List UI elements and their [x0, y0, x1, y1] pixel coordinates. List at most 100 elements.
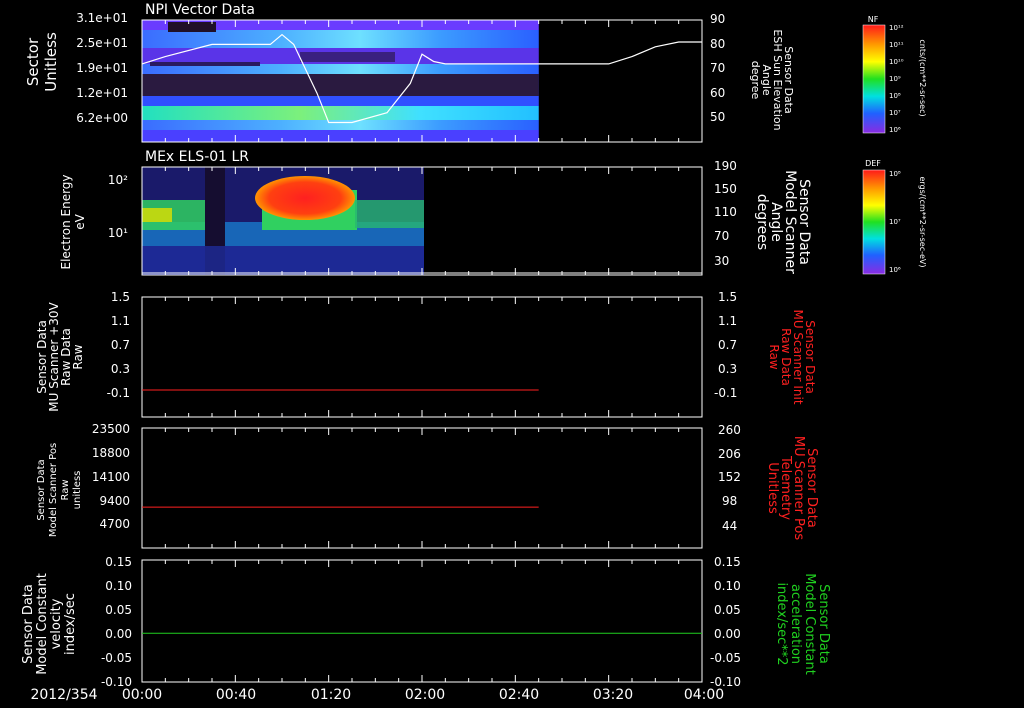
- npi-heatmap: [142, 20, 539, 142]
- mu30-right-ticks: 1.5 1.1 0.7 0.3 -0.1: [714, 290, 737, 400]
- const-panel: 0.15 0.10 0.05 0.00 -0.05 -0.10 0.15 0.1…: [21, 555, 831, 689]
- mu30-ytick: 1.5: [111, 290, 130, 304]
- npi-ytick: 1.9e+01: [76, 61, 128, 75]
- mupos-ytick: 18800: [92, 446, 130, 460]
- els-right-ytick: 190: [714, 159, 737, 173]
- npi-cbar-tick: 10⁹: [889, 75, 901, 83]
- npi-band-5: [142, 96, 539, 106]
- const-ytick: -0.10: [101, 675, 132, 689]
- mupos-frame: [141, 427, 703, 549]
- npi-colorbar: NF 10¹² 10¹¹ 10¹⁰ 10⁹ 10⁸ 10⁷ 10⁶ cnts/(…: [862, 15, 927, 134]
- mupos-left-ticks: 23500 18800 14100 9400 4700: [92, 422, 130, 531]
- npi-ylabel-line: Sector: [24, 37, 42, 86]
- els-right-ticks: 190 150 110 70 30: [714, 159, 737, 268]
- els-ylabel-line: Electron Energy: [59, 174, 73, 269]
- els-ytick: 10¹: [108, 226, 128, 240]
- const-ylabel-line: index/sec: [63, 593, 78, 655]
- npi-ytick: 3.1e+01: [76, 11, 128, 25]
- els-hot-region: [255, 176, 355, 220]
- els-panel: MEx ELS-01 LR 10² 10¹ 190 150 110 70 30 …: [59, 149, 812, 276]
- npi-ytick: 2.5e+01: [76, 36, 128, 50]
- els-cbar-tick: 10⁸: [889, 170, 901, 178]
- x-tick-label: 01:20: [311, 687, 351, 703]
- npi-dark-patch: [150, 62, 260, 66]
- mupos-right-ytick: 44: [722, 519, 737, 533]
- mupos-right-ytick: 98: [722, 494, 737, 508]
- npi-cbar-tick: 10⁶: [889, 126, 901, 134]
- mu30-ytick: 1.1: [111, 314, 130, 328]
- const-right-ytick: 0.10: [714, 579, 741, 593]
- npi-ytick: 6.2e+00: [76, 111, 128, 125]
- els-band-yellow: [142, 208, 172, 222]
- const-right-label-line: Model Constant: [802, 573, 817, 675]
- const-left-ticks: 0.15 0.10 0.05 0.00 -0.05 -0.10: [101, 555, 132, 689]
- npi-right-ytick: 50: [710, 110, 725, 124]
- const-ytick: -0.05: [101, 651, 132, 665]
- const-left-label: Sensor Data Model Constant velocity inde…: [21, 573, 78, 675]
- mu30-left-ticks: 1.5 1.1 0.7 0.3 -0.1: [107, 290, 130, 400]
- npi-ylabel-line: Unitless: [42, 32, 60, 92]
- mu30-frame: [141, 296, 703, 418]
- mu30-right-label: Sensor Data MU Scanner Init Raw Data Raw: [767, 309, 817, 404]
- mupos-ylabel-line: unitless: [72, 471, 83, 510]
- mu30-ytick: -0.1: [107, 386, 130, 400]
- els-colorbar-gradient: [862, 169, 886, 275]
- npi-dark-patch: [168, 22, 216, 32]
- els-right-ytick: 110: [714, 205, 737, 219]
- const-ylabel-line: velocity: [49, 598, 64, 649]
- mupos-panel: 23500 18800 14100 9400 4700 260 206 152 …: [36, 422, 819, 549]
- els-left-label: Electron Energy eV: [59, 174, 87, 269]
- const-right-ticks: 0.15 0.10 0.05 0.00 -0.05 -0.10: [710, 555, 741, 689]
- els-colorbar-ticks: 10⁸ 10⁷ 10⁶: [889, 170, 901, 274]
- npi-colorbar-label: NF: [868, 15, 879, 24]
- npi-colorbar-ticks: 10¹² 10¹¹ 10¹⁰ 10⁹ 10⁸ 10⁷ 10⁶: [889, 24, 904, 134]
- const-right-ytick: -0.10: [710, 675, 741, 689]
- npi-panel: NPI Vector Data 3.1e+01 2.5e+01 1.9e+01 …: [24, 2, 795, 143]
- x-tick-label: 02:00: [405, 687, 445, 703]
- mu30-right-ytick: -0.1: [714, 386, 737, 400]
- els-cbar-tick: 10⁷: [889, 218, 901, 226]
- mupos-right-ytick: 152: [718, 470, 741, 484]
- mu30-ylabel-line: Raw: [71, 344, 85, 369]
- npi-band-4: [142, 74, 539, 96]
- mupos-ylabel-line: Model Scanner Pos: [48, 443, 59, 537]
- npi-colorbar-units: cnts/(cm**2-sr-sec): [918, 39, 927, 116]
- const-right-ytick: 0.15: [714, 555, 741, 569]
- els-cbar-tick: 10⁶: [889, 266, 901, 274]
- mu30-right-ytick: 1.5: [718, 290, 737, 304]
- npi-cbar-tick: 10¹¹: [889, 41, 904, 49]
- const-ylabel-line: Model Constant: [35, 573, 50, 675]
- npi-ytick: 1.2e+01: [76, 86, 128, 100]
- els-heatmap: [142, 167, 424, 275]
- const-right-ytick: 0.00: [714, 627, 741, 641]
- const-right-ytick: -0.05: [710, 651, 741, 665]
- mu30-right-ytick: 0.7: [718, 338, 737, 352]
- npi-right-label: Sensor Data ESH Sun Elevation Angle degr…: [749, 29, 795, 130]
- x-tick-label: 00:00: [122, 687, 162, 703]
- mu30-ytick: 0.3: [111, 362, 130, 376]
- mupos-ytick: 4700: [99, 517, 130, 531]
- const-right-label: Sensor Data Model Constant acceleration …: [774, 573, 831, 675]
- npi-colorbar-gradient: [862, 24, 886, 134]
- els-ytick: 10²: [108, 173, 128, 187]
- npi-right-ytick: 60: [710, 86, 725, 100]
- npi-right-ytick: 90: [710, 12, 725, 26]
- mupos-right-ytick: 260: [718, 423, 741, 437]
- els-right-ytick: 30: [714, 254, 729, 268]
- npi-cbar-tick: 10⁷: [889, 109, 901, 117]
- els-right-ytick: 70: [714, 229, 729, 243]
- npi-band-1: [142, 30, 539, 48]
- const-right-ytick: 0.05: [714, 603, 741, 617]
- npi-right-ticks: 90 80 70 60 50: [710, 12, 725, 124]
- mu30-left-label: Sensor Data MU Scanner +30V Raw Data Raw: [35, 302, 85, 412]
- mupos-right-label: Sensor Data MU Scanner Pos Telemetry Uni…: [765, 436, 819, 541]
- els-title: MEx ELS-01 LR: [145, 149, 249, 165]
- mupos-right-ticks: 260 206 152 98 44: [718, 423, 741, 533]
- npi-right-ytick: 80: [710, 37, 725, 51]
- els-left-ticks: 10² 10¹: [108, 173, 128, 240]
- mupos-right-label-line: Unitless: [765, 462, 780, 514]
- npi-band-7: [142, 120, 539, 130]
- x-axis-labels: 00:00 00:40 01:20 02:00 02:40 03:20 04:0…: [122, 687, 724, 703]
- mu30-right-label-line: Raw: [767, 344, 781, 369]
- npi-left-label: Sector Unitless: [24, 32, 60, 92]
